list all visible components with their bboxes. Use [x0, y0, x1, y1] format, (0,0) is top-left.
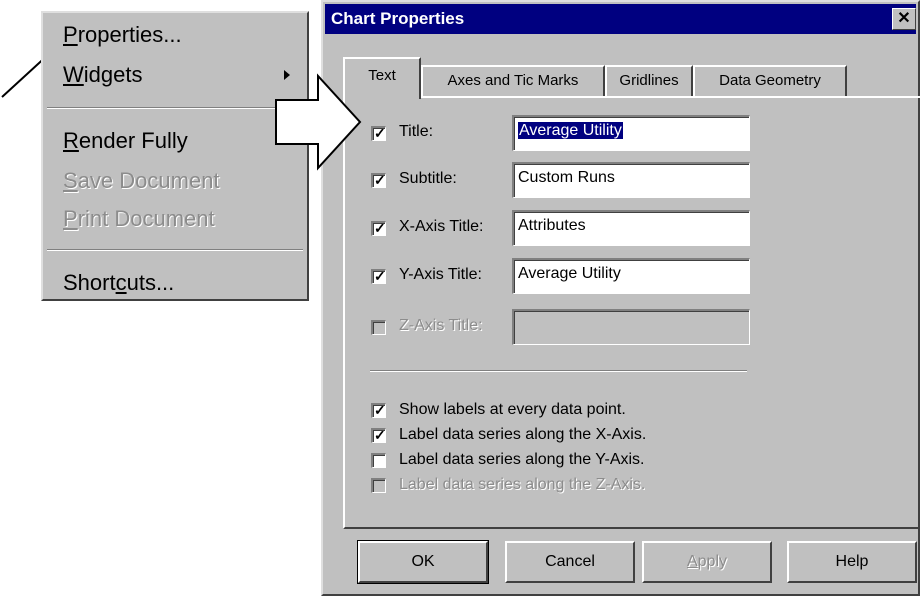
tab-panel-text [343, 96, 920, 529]
cancel-label: Cancel [545, 553, 595, 570]
context-menu: Properties... Widgets Render Fully Save … [41, 11, 309, 301]
help-button[interactable]: Help [787, 541, 917, 583]
menu-item-render-fully[interactable]: Render Fully [63, 128, 188, 154]
hollow-arrow-icon [275, 73, 362, 171]
close-icon: ✕ [897, 10, 911, 27]
chart-properties-dialog: Chart Properties ✕ Text Axes and Tic Mar… [321, 0, 920, 596]
dialog-title: Chart Properties [331, 9, 465, 28]
menu-item-properties[interactable]: Properties... [63, 22, 182, 48]
tab-label: Axes and Tic Marks [447, 72, 579, 89]
tab-axes-and-tic-marks[interactable]: Axes and Tic Marks [421, 65, 605, 97]
tab-gridlines[interactable]: Gridlines [605, 65, 693, 97]
tab-data-geometry[interactable]: Data Geometry [693, 65, 847, 97]
title-bar[interactable]: Chart Properties ✕ [325, 4, 916, 34]
menu-item-shortcuts[interactable]: Shortcuts... [63, 270, 174, 296]
cancel-button[interactable]: Cancel [505, 541, 635, 583]
ok-label: OK [411, 553, 435, 570]
menu-separator [47, 107, 303, 109]
help-label: Help [835, 553, 869, 570]
tab-label: Data Geometry [719, 72, 821, 89]
menu-separator [47, 249, 303, 251]
tab-label: Gridlines [619, 72, 679, 89]
tab-label: Text [368, 67, 396, 84]
menu-item-save-document: Save Document [63, 168, 220, 193]
ok-button[interactable]: OK [357, 540, 489, 584]
menu-item-widgets[interactable]: Widgets [63, 62, 142, 88]
close-button[interactable]: ✕ [892, 8, 916, 30]
menu-item-print-document: Print Document [63, 206, 215, 231]
apply-button: Apply [642, 541, 772, 583]
